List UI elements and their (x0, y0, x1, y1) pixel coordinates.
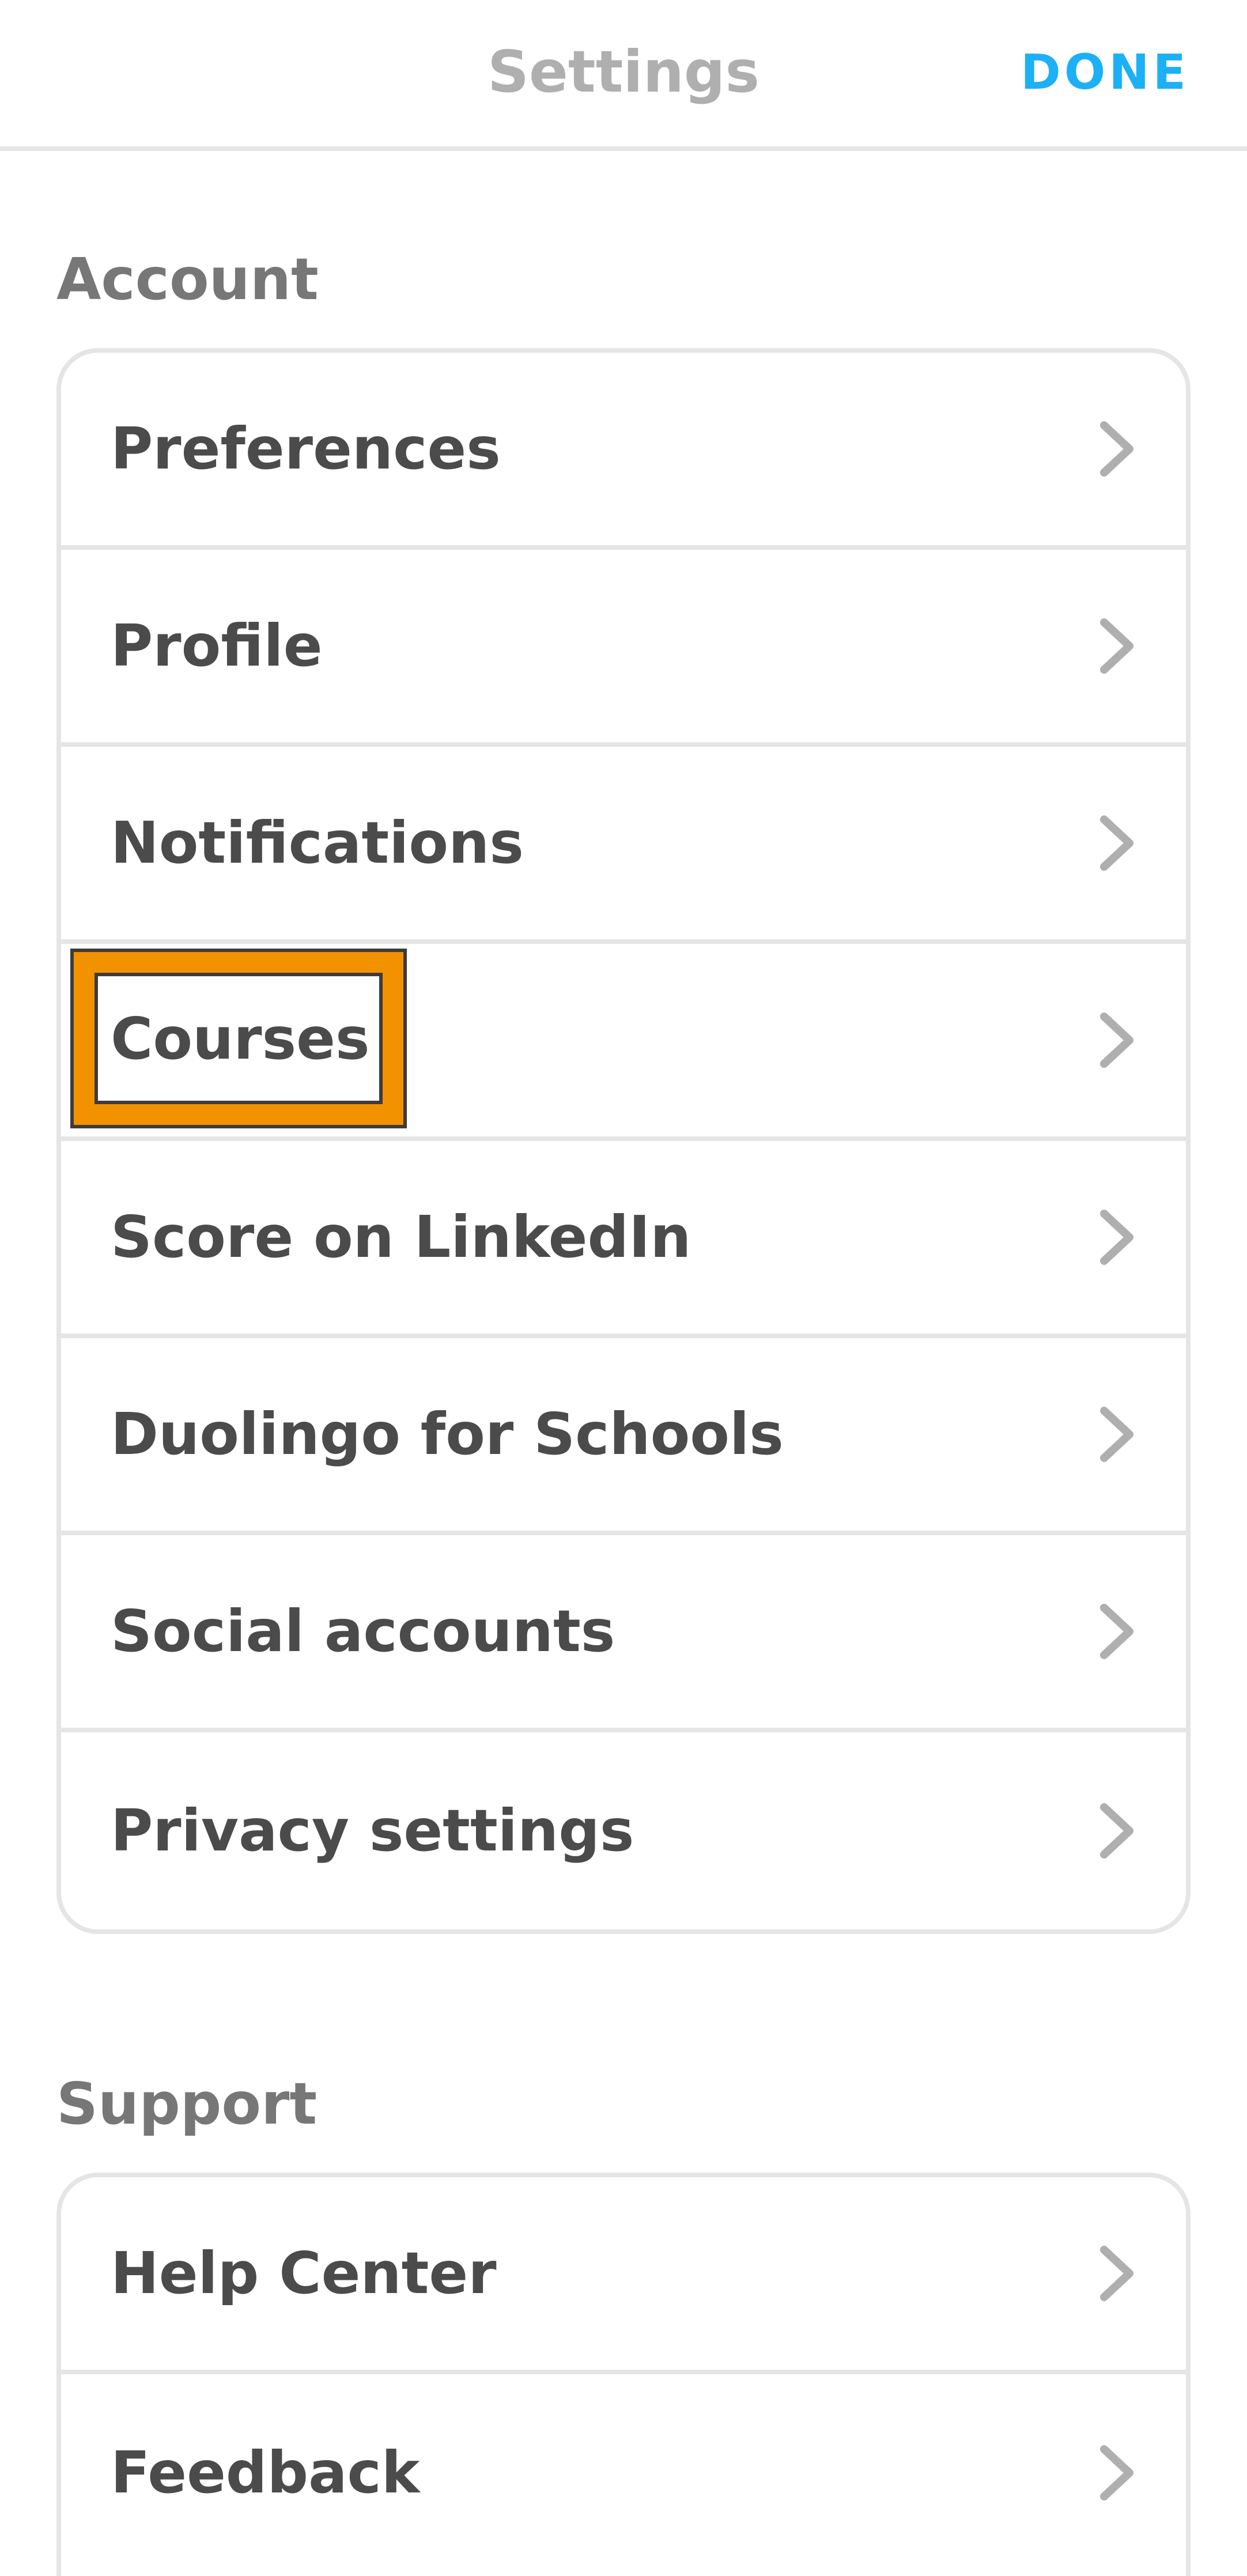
chevron-right-icon (1094, 1206, 1140, 1269)
chevron-right-icon (1094, 1799, 1140, 1863)
row-label: Score on LinkedIn (111, 1203, 691, 1271)
support-section-title: Support (56, 2070, 318, 2137)
row-label: Notifications (111, 809, 524, 877)
chevron-right-icon (1094, 417, 1140, 481)
top-bar: Settings DONE (0, 0, 1247, 151)
chevron-right-icon (1094, 2242, 1140, 2305)
chevron-right-icon (1094, 1403, 1140, 1466)
chevron-right-icon (1094, 1600, 1140, 1663)
support-settings-card: Help Center Feedback (56, 2173, 1191, 2576)
row-label: Social accounts (111, 1597, 615, 1665)
courses-label: Courses (111, 1005, 370, 1072)
settings-row-preferences[interactable]: Preferences (61, 353, 1186, 550)
settings-row-notifications[interactable]: Notifications (61, 747, 1186, 944)
chevron-right-icon (1094, 1009, 1140, 1072)
row-label: Duolingo for Schools (111, 1400, 784, 1468)
row-label: Feedback (111, 2439, 420, 2506)
chevron-right-icon (1094, 2441, 1140, 2505)
account-section-title: Account (56, 245, 319, 313)
settings-row-profile[interactable]: Profile (61, 550, 1186, 747)
row-label: Preferences (111, 415, 501, 482)
done-button[interactable]: DONE (1021, 35, 1189, 109)
row-label: Profile (111, 612, 323, 679)
row-label: Privacy settings (111, 1797, 634, 1864)
account-settings-card: Preferences Profile Notifications Score … (56, 348, 1191, 1934)
settings-row-help-center[interactable]: Help Center (61, 2177, 1186, 2374)
settings-row-social-accounts[interactable]: Social accounts (61, 1535, 1186, 1732)
chevron-right-icon (1094, 811, 1140, 875)
settings-row-feedback[interactable]: Feedback (61, 2374, 1186, 2571)
settings-row-score-on-linkedin[interactable]: Score on LinkedIn (61, 1141, 1186, 1338)
chevron-right-icon (1094, 614, 1140, 678)
row-label: Help Center (111, 2239, 497, 2307)
settings-row-duolingo-for-schools[interactable]: Duolingo for Schools (61, 1338, 1186, 1535)
settings-row-privacy-settings[interactable]: Privacy settings (61, 1732, 1186, 1929)
